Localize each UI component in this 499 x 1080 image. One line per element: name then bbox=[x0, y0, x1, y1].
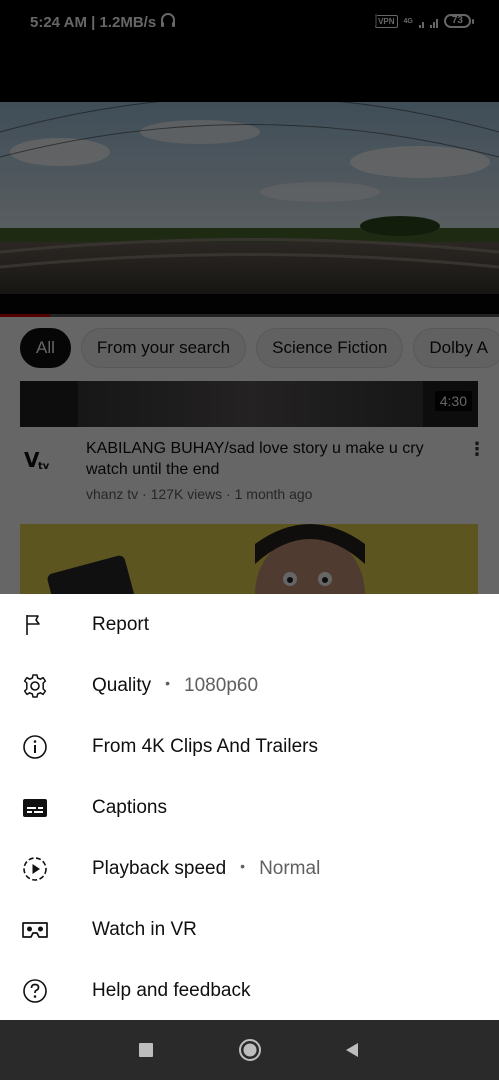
filter-chip[interactable]: Dolby A bbox=[413, 328, 499, 368]
video-player[interactable] bbox=[0, 102, 499, 316]
menu-item-watch-vr[interactable]: Watch in VR bbox=[0, 899, 499, 960]
menu-item-help-feedback[interactable]: Help and feedback bbox=[0, 960, 499, 1021]
menu-item-report[interactable]: Report bbox=[0, 594, 499, 655]
video-thumbnail-2[interactable] bbox=[20, 524, 478, 594]
menu-item-label: Playback speed bbox=[92, 857, 227, 879]
playback-speed-icon bbox=[22, 856, 48, 882]
menu-item-label: Quality bbox=[92, 674, 152, 696]
signal-icon bbox=[375, 14, 424, 28]
signal-icon-2 bbox=[375, 14, 438, 28]
menu-item-label: Help and feedback bbox=[92, 979, 251, 1001]
watch-page-feed: All From your search Science Fiction Dolby … bbox=[0, 317, 499, 594]
video-metadata: vhanz tv · 127K views · 1 month ago bbox=[86, 486, 313, 502]
filter-chips: All From your search Science Fiction Dolby … bbox=[20, 328, 499, 368]
menu-item-quality[interactable]: Quality • 1080p60 bbox=[0, 655, 499, 716]
video-duration: 4:30 bbox=[434, 391, 472, 411]
video-title[interactable]: KABILANG BUHAY/sad love story u make u c… bbox=[86, 438, 446, 480]
menu-item-source[interactable]: From 4K Clips And Trailers bbox=[0, 716, 499, 777]
options-bottom-sheet: Report Quality • 1080p60 From 4K Clips And… bbox=[0, 594, 499, 1020]
menu-item-playback-speed[interactable]: Playback speed • Normal bbox=[0, 838, 499, 899]
video-frame bbox=[0, 102, 499, 316]
system-navigation-bar bbox=[0, 1020, 499, 1080]
help-icon bbox=[22, 978, 48, 1004]
vpn-badge: VPN bbox=[375, 14, 398, 28]
quality-value: 1080p60 bbox=[184, 674, 259, 696]
filter-chip[interactable]: All bbox=[20, 328, 71, 368]
menu-item-label: Watch in VR bbox=[92, 918, 197, 940]
captions-icon bbox=[22, 795, 48, 821]
back-icon[interactable] bbox=[340, 1038, 364, 1062]
menu-item-captions[interactable]: Captions bbox=[0, 777, 499, 838]
player-letterbox bbox=[0, 46, 499, 102]
flag-icon bbox=[22, 612, 48, 638]
recents-icon[interactable] bbox=[134, 1038, 158, 1062]
headphones-icon bbox=[160, 13, 176, 31]
status-time-speed: 5:24 AM | 1.2MB/s bbox=[30, 13, 176, 31]
channel-avatar[interactable]: Vtv bbox=[20, 441, 66, 477]
status-bar: 5:24 AM | 1.2MB/s VPN 4G 73 bbox=[0, 0, 499, 46]
video-thumbnail[interactable]: 4:30 bbox=[20, 381, 478, 427]
battery-indicator: 73 bbox=[443, 14, 475, 28]
network-type: 4G bbox=[403, 17, 413, 25]
menu-item-label: Report bbox=[92, 613, 150, 635]
menu-item-label: Captions bbox=[92, 796, 167, 818]
menu-item-label: From 4K Clips And Trailers bbox=[92, 735, 318, 757]
gear-icon bbox=[22, 673, 48, 699]
filter-chip[interactable]: Science Fiction bbox=[256, 328, 404, 368]
info-icon bbox=[22, 734, 48, 760]
status-time: 5:24 AM | 1.2MB/s bbox=[30, 13, 157, 31]
more-vertical-icon[interactable]: ⋮ bbox=[468, 439, 486, 460]
vr-headset-icon bbox=[22, 917, 48, 943]
playback-speed-value: Normal bbox=[259, 857, 321, 879]
filter-chip[interactable]: From your search bbox=[80, 328, 247, 368]
svg-text:tv: tv bbox=[38, 461, 50, 472]
home-icon[interactable] bbox=[238, 1038, 262, 1062]
